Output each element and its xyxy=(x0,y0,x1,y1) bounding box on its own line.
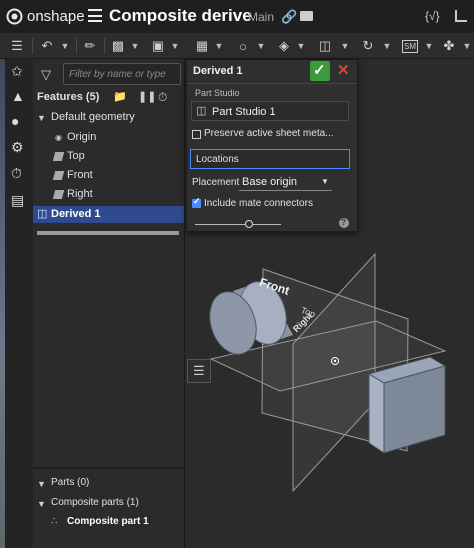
tree-item-front[interactable]: Front xyxy=(67,169,93,181)
sheet-metal-chevron-down-icon[interactable]: ▼ xyxy=(424,37,434,55)
measure-chevron-down-icon[interactable]: ▼ xyxy=(382,37,392,55)
history-icon[interactable]: ⏱ xyxy=(11,165,22,182)
variable-studio-icon[interactable]: {√} xyxy=(425,9,440,23)
plane-top-icon xyxy=(52,152,65,161)
checkbox-check-icon: ✓ xyxy=(193,196,201,206)
derive-feature-icon: ◫ xyxy=(37,208,48,220)
tree-item-top[interactable]: Top xyxy=(67,150,85,162)
accept-button[interactable]: ✓ xyxy=(310,61,330,81)
fillet-icon[interactable]: ▣ xyxy=(150,37,166,55)
extrude-icon[interactable]: ▩ xyxy=(110,37,126,55)
part-studio-icon: ◫ xyxy=(196,105,207,117)
part-studio-label: Part Studio xyxy=(195,88,240,98)
pattern-chevron-down-icon[interactable]: ▼ xyxy=(214,37,224,55)
tree-item-origin[interactable]: Origin xyxy=(67,131,96,143)
sheet-metal-icon[interactable]: SM xyxy=(402,40,418,53)
placement-select[interactable]: Base origin ▼ xyxy=(239,173,332,191)
cancel-button[interactable]: ✕ xyxy=(333,61,353,81)
menu-icon[interactable] xyxy=(88,9,102,22)
selected-feature-row[interactable]: ◫ Derived 1 xyxy=(33,206,184,223)
plane-right-icon xyxy=(52,190,65,199)
box-part xyxy=(367,356,447,454)
properties-icon[interactable]: ▤ xyxy=(11,192,24,209)
placement-chevron-down-icon: ▼ xyxy=(321,177,329,186)
branch-label[interactable]: Main xyxy=(248,10,274,24)
pattern-icon[interactable]: ▦ xyxy=(194,37,210,55)
appearance-icon[interactable]: ▲ xyxy=(11,88,25,104)
rollback-bar-icon[interactable]: ❚❚ xyxy=(138,90,156,103)
feature-list-toggle[interactable]: ☰ xyxy=(187,359,211,383)
preserve-checkbox[interactable] xyxy=(192,130,201,139)
placement-value: Base origin xyxy=(242,176,298,188)
onshape-logo-icon[interactable] xyxy=(6,8,23,25)
help-icon[interactable]: ? xyxy=(339,218,349,228)
placement-label: Placement xyxy=(192,177,240,188)
filter-input[interactable]: Filter by name or type xyxy=(63,63,181,85)
feature-panel: ▽ Filter by name or type Features (5) 📁 … xyxy=(33,59,185,548)
plane-front-icon xyxy=(52,171,65,180)
part-studio-value: Part Studio 1 xyxy=(212,106,276,118)
boolean-icon[interactable]: ○ xyxy=(235,37,251,55)
dialog-title: Derived 1 xyxy=(193,65,243,77)
measure-icon[interactable]: ↻ xyxy=(360,37,376,55)
mate-connector-icon[interactable]: ✩ xyxy=(11,63,23,80)
origin-icon: ◉ xyxy=(55,133,62,142)
sketch-icon[interactable]: ✏ xyxy=(82,37,98,55)
filter-icon[interactable]: ▽ xyxy=(41,67,51,83)
brand-name: onshape xyxy=(27,8,85,25)
parts-header[interactable]: Parts (0) xyxy=(51,477,89,488)
fillet-chevron-down-icon[interactable]: ▼ xyxy=(170,37,180,55)
top-bar: onshape Composite derive Main 🔗 {√} xyxy=(0,0,474,33)
preserve-label: Preserve active sheet meta... xyxy=(204,128,334,139)
add-folder-icon[interactable]: 📁 xyxy=(113,90,127,103)
derive-chevron-down-icon[interactable]: ▼ xyxy=(340,37,350,55)
folder-icon[interactable] xyxy=(300,11,313,21)
locations-field[interactable]: Locations xyxy=(190,149,350,169)
part-studio-field[interactable]: ◫ Part Studio 1 xyxy=(191,101,349,121)
parts-chevron-icon[interactable]: ▼ xyxy=(37,479,46,489)
more-tools-icon[interactable]: ✤ xyxy=(442,37,456,55)
comments-icon[interactable]: ● xyxy=(11,113,19,129)
left-icon-strip: ✩ ▲ ● ⚙ ⏱ ▤ xyxy=(0,59,33,548)
document-title[interactable]: Composite derive xyxy=(109,6,252,26)
undo-chevron-down-icon[interactable]: ▼ xyxy=(60,37,70,55)
undo-icon[interactable]: ↶ xyxy=(40,37,54,55)
composite-chevron-icon[interactable]: ▼ xyxy=(37,499,46,509)
close-icon: ✕ xyxy=(337,62,350,79)
composite-part-item[interactable]: Composite part 1 xyxy=(67,516,149,527)
checkmark-icon: ✓ xyxy=(313,62,326,79)
composite-parts-header[interactable]: Composite parts (1) xyxy=(51,497,139,508)
feature-list-icon[interactable]: ☰ xyxy=(8,37,26,55)
tree-item-derived: Derived 1 xyxy=(51,208,101,220)
include-mate-label: Include mate connectors xyxy=(204,198,313,209)
plane-chevron-down-icon[interactable]: ▼ xyxy=(296,37,306,55)
parts-icon[interactable]: ⚙ xyxy=(11,139,24,156)
slider-handle[interactable] xyxy=(245,220,253,228)
plane-icon[interactable]: ◈ xyxy=(276,37,292,55)
derive-icon[interactable]: ◫ xyxy=(317,37,333,55)
include-mate-checkbox[interactable]: ✓ xyxy=(192,196,201,208)
timer-icon[interactable]: ⏱ xyxy=(158,90,167,105)
extrude-chevron-down-icon[interactable]: ▼ xyxy=(130,37,140,55)
link-icon[interactable]: 🔗 xyxy=(281,9,297,25)
boolean-chevron-down-icon[interactable]: ▼ xyxy=(256,37,266,55)
list-toggle-icon: ☰ xyxy=(193,363,205,378)
help-glyph: ? xyxy=(341,218,346,227)
rollback-bar[interactable] xyxy=(37,231,179,235)
tree-toggle-icon[interactable] xyxy=(455,10,467,22)
composite-part-icon: ∴ xyxy=(51,516,58,527)
default-geometry-chevron-icon[interactable]: ▼ xyxy=(37,113,46,123)
locations-label: Locations xyxy=(196,154,239,165)
default-geometry-label[interactable]: Default geometry xyxy=(51,111,135,123)
features-header: Features (5) xyxy=(37,91,100,103)
tree-item-right[interactable]: Right xyxy=(67,188,93,200)
derived-feature-dialog: Derived 1 ✓ ✕ Part Studio ◫ Part Studio … xyxy=(186,59,358,232)
filter-placeholder: Filter by name or type xyxy=(69,69,166,80)
parts-divider[interactable] xyxy=(33,467,184,469)
toolbar: ☰ ↶ ▼ ✏ ▩ ▼ ▣ ▼ ▦ ▼ ○ ▼ ◈ ▼ ◫ ▼ ↻ ▼ SM ▼… xyxy=(0,33,474,59)
desktop-edge xyxy=(0,59,5,548)
more-tools-chevron-down-icon[interactable]: ▼ xyxy=(462,37,472,55)
slider-track[interactable] xyxy=(195,224,281,225)
